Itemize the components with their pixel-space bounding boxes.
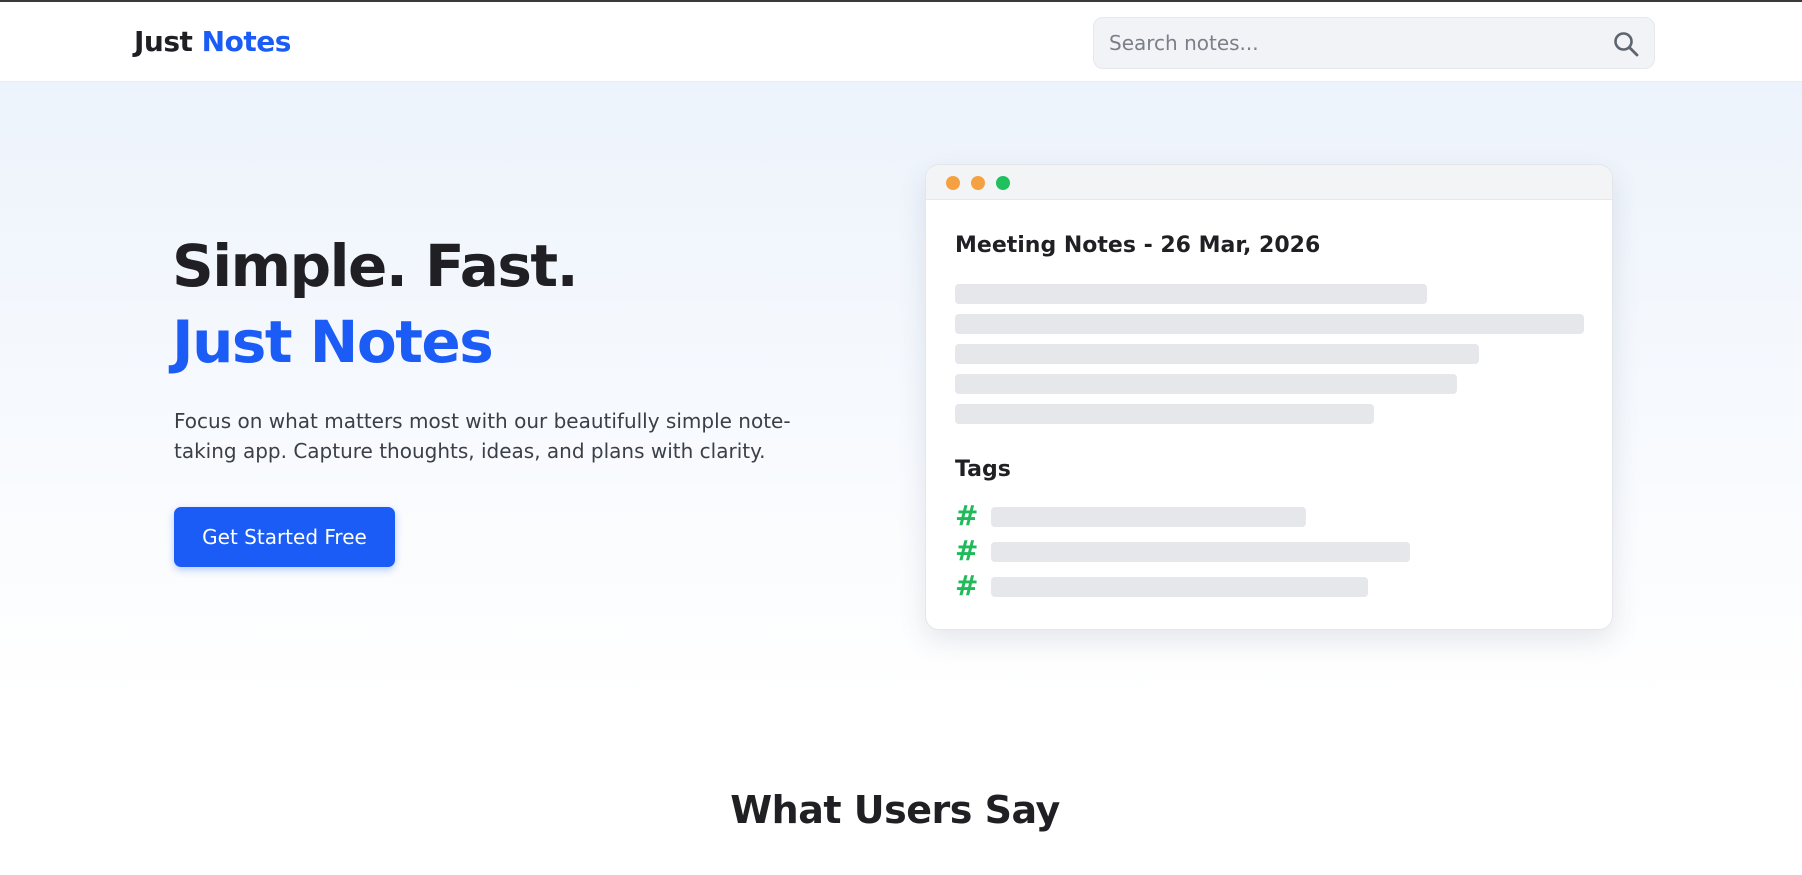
search-icon[interactable] (1612, 30, 1640, 58)
headline-line-2: Just Notes (172, 308, 494, 376)
search-input[interactable] (1094, 18, 1609, 68)
get-started-button[interactable]: Get Started Free (174, 507, 395, 567)
text-placeholder-line (955, 404, 1374, 424)
text-placeholder-line (955, 374, 1457, 394)
hashtag-icon: # (955, 499, 979, 532)
text-placeholder-line (955, 284, 1427, 304)
tags-heading: Tags (955, 457, 1011, 482)
window-dot-1 (946, 176, 960, 190)
note-title: Meeting Notes - 26 Mar, 2026 (955, 233, 1321, 258)
navbar: Just Notes (0, 2, 1802, 82)
tag-placeholder (991, 507, 1306, 527)
testimonials-heading: What Users Say (730, 788, 1060, 832)
card-window-bar (926, 165, 1612, 200)
logo-text-primary: Just (134, 25, 193, 58)
hero-subtitle: Focus on what matters most with our beau… (174, 409, 791, 463)
hashtag-icon: # (955, 569, 979, 602)
text-placeholder-line (955, 314, 1584, 334)
window-dot-3 (996, 176, 1010, 190)
tag-placeholder (991, 577, 1368, 597)
search-box (1093, 17, 1655, 69)
hashtag-icon: # (955, 534, 979, 567)
text-placeholder-line (955, 344, 1479, 364)
hero-headline: Simple. Fast. Just Notes (172, 228, 579, 380)
headline-line-1: Simple. Fast. (172, 232, 579, 300)
note-preview-card: Meeting Notes - 26 Mar, 2026 Tags # # # (925, 164, 1613, 630)
logo[interactable]: Just Notes (134, 24, 291, 60)
tag-placeholder (991, 542, 1410, 562)
logo-text-accent: Notes (201, 25, 292, 58)
window-dot-2 (971, 176, 985, 190)
